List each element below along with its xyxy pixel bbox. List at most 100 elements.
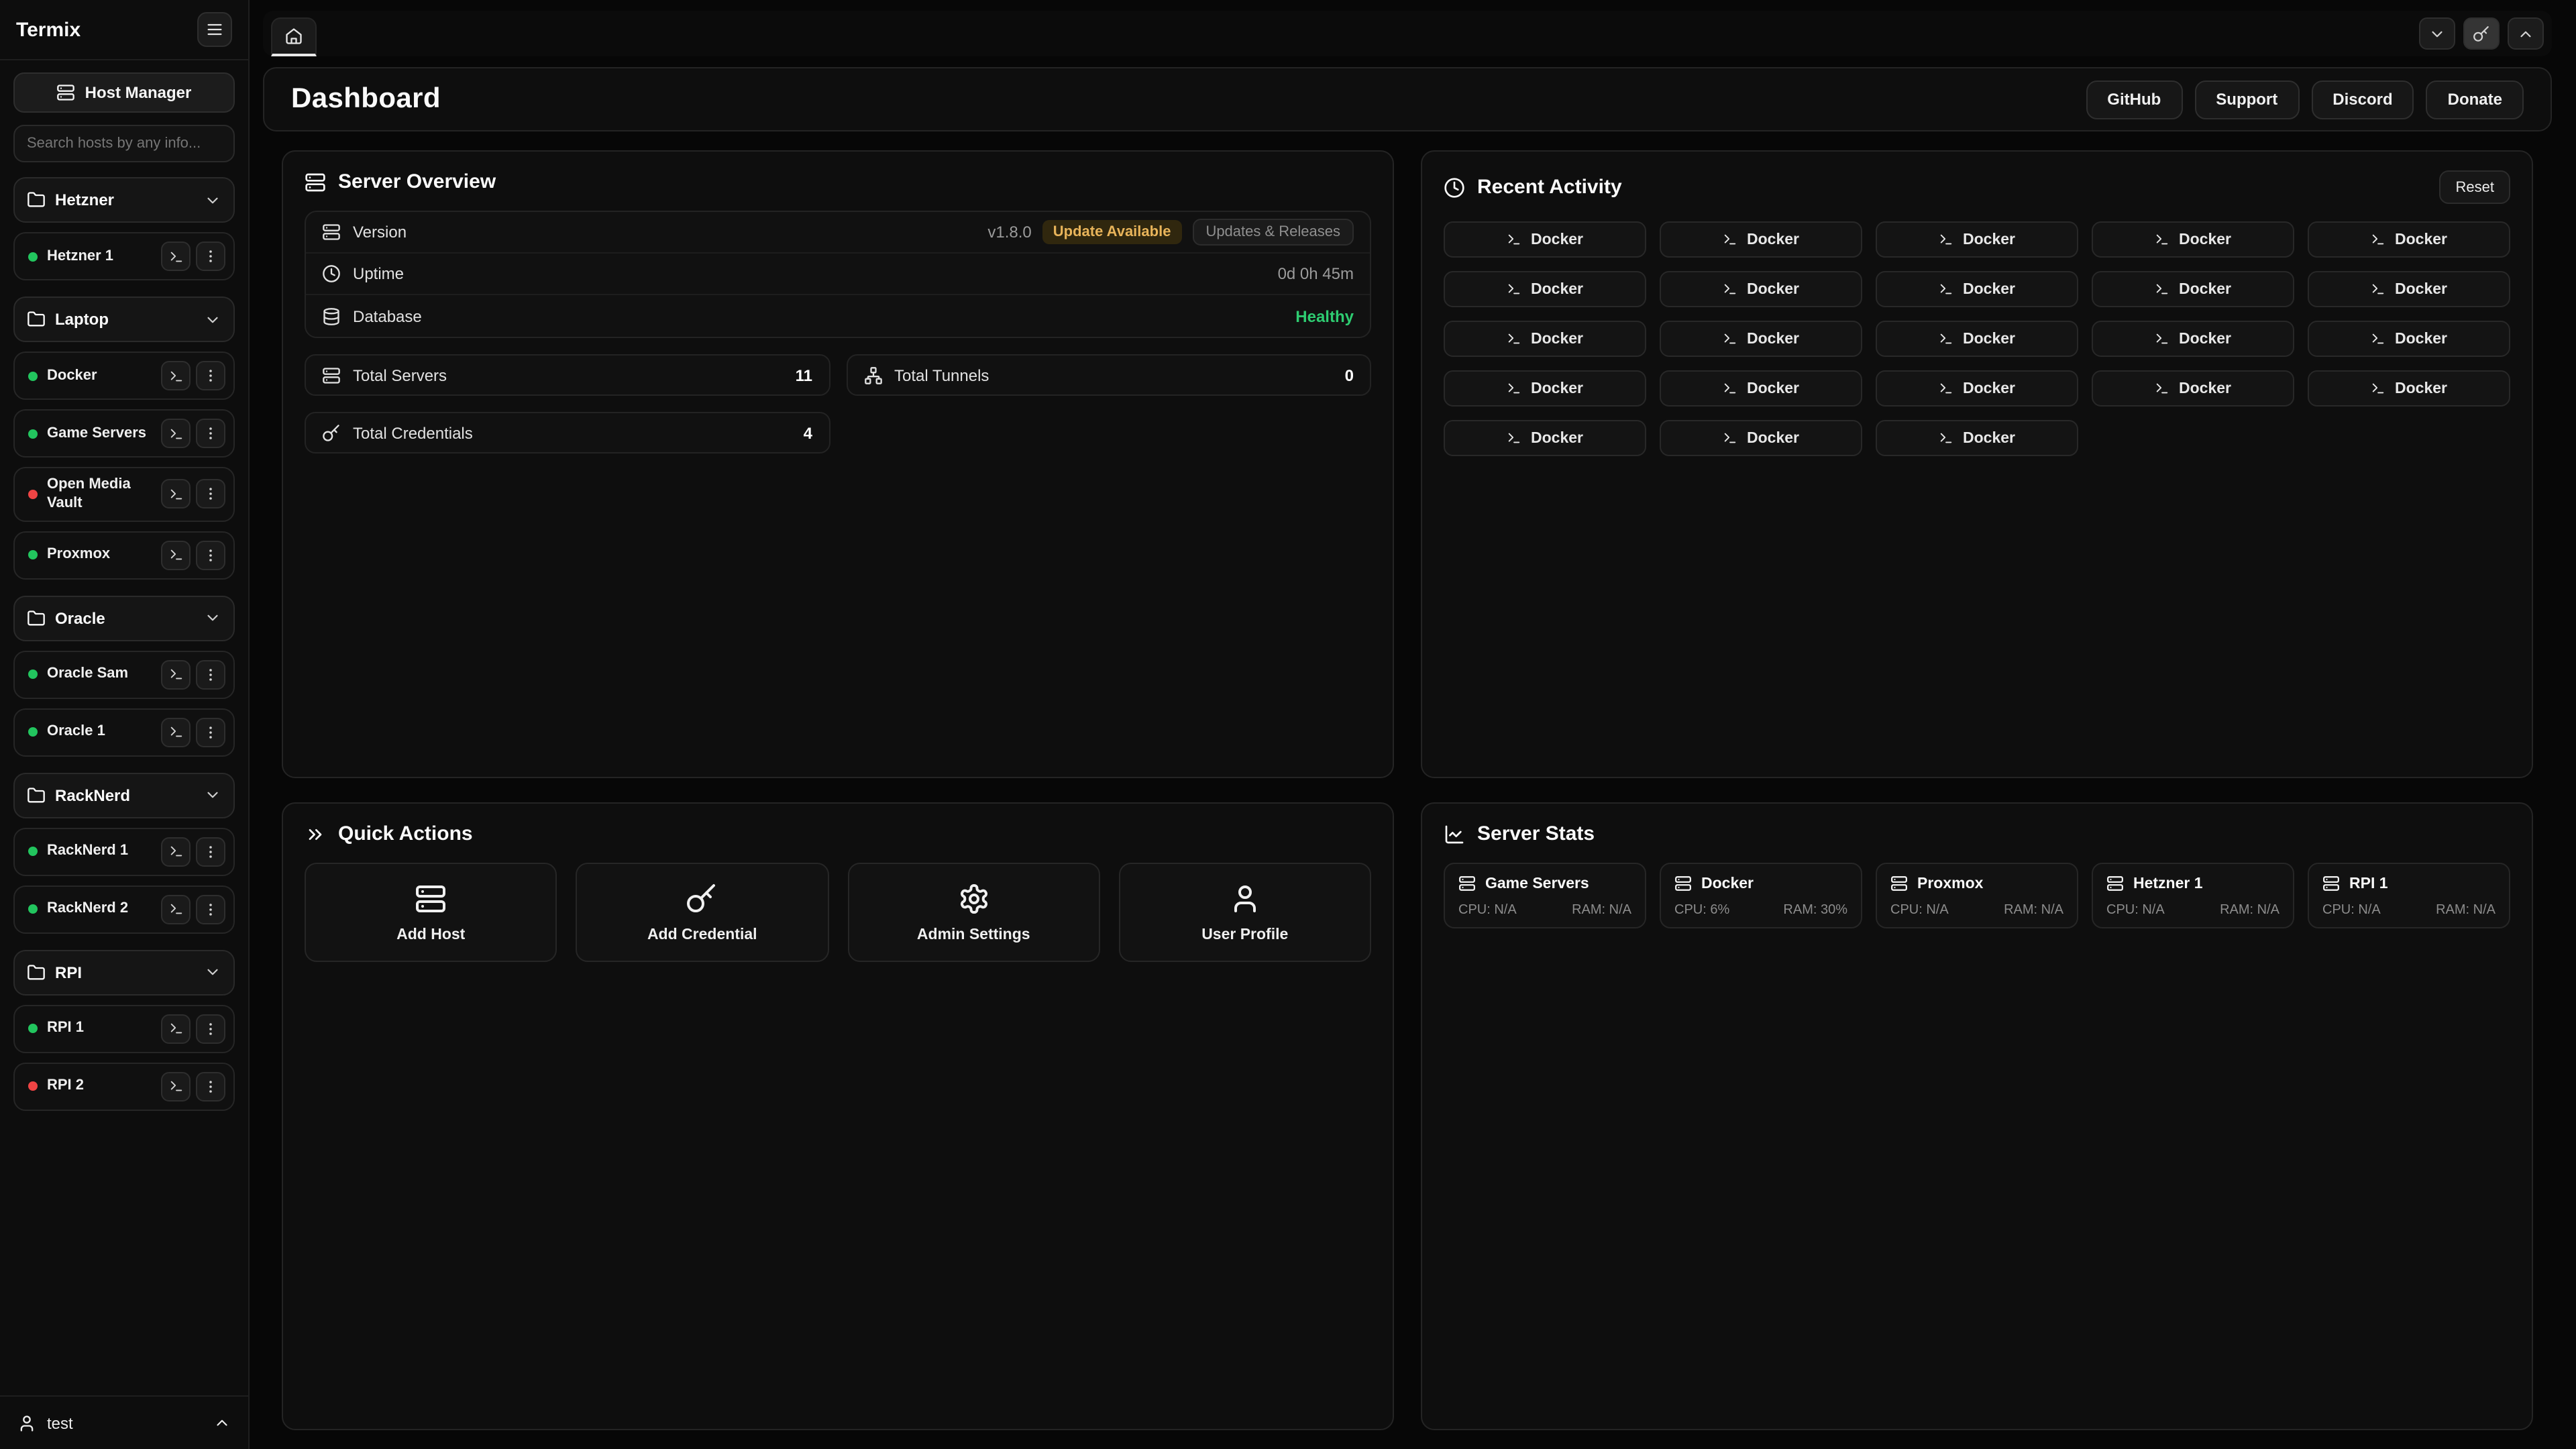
host-menu-button[interactable] <box>196 419 225 448</box>
host-row[interactable]: Hetzner 1 <box>13 232 235 280</box>
folder-header[interactable]: RackNerd <box>13 772 235 818</box>
recent-activity-item[interactable]: Docker <box>1876 271 2078 307</box>
recent-activity-item[interactable]: Docker <box>1876 370 2078 407</box>
folder-collapse-button[interactable] <box>197 185 227 215</box>
tabs-scroll-down-button[interactable] <box>2419 17 2455 50</box>
add-credential-button[interactable]: Add Credential <box>576 863 829 962</box>
host-terminal-button[interactable] <box>161 837 191 866</box>
host-terminal-button[interactable] <box>161 419 191 448</box>
discord-button[interactable]: Discord <box>2311 80 2414 119</box>
recent-activity-item[interactable]: Docker <box>2092 271 2294 307</box>
recent-activity-item[interactable]: Docker <box>1444 271 1646 307</box>
total-credentials-value: 4 <box>804 423 812 442</box>
recent-activity-item[interactable]: Docker <box>2092 370 2294 407</box>
host-menu-button[interactable] <box>196 480 225 509</box>
host-terminal-button[interactable] <box>161 1014 191 1043</box>
host-menu-button[interactable] <box>196 837 225 866</box>
host-menu-button[interactable] <box>196 894 225 924</box>
host-row[interactable]: Open Media Vault <box>13 467 235 521</box>
recent-activity-item[interactable]: Docker <box>2308 370 2510 407</box>
server-icon <box>322 366 341 384</box>
folder-header[interactable]: Hetzner <box>13 177 235 223</box>
folder-collapse-button[interactable] <box>197 780 227 810</box>
terminal-icon <box>1939 431 1953 445</box>
donate-button[interactable]: Donate <box>2426 80 2524 119</box>
folder-header[interactable]: Laptop <box>13 297 235 342</box>
ellipsis-vertical-icon <box>203 901 219 917</box>
card-header: Recent Activity Reset <box>1444 170 2510 204</box>
host-row[interactable]: RackNerd 1 <box>13 827 235 875</box>
host-terminal-button[interactable] <box>161 894 191 924</box>
recent-activity-item[interactable]: Docker <box>2092 321 2294 357</box>
reset-button[interactable]: Reset <box>2440 170 2511 204</box>
ellipsis-vertical-icon <box>203 724 219 740</box>
recent-activity-item[interactable]: Docker <box>1876 420 2078 456</box>
stat-ram: RAM: N/A <box>2436 903 2496 918</box>
chevron-up-icon <box>2517 25 2534 42</box>
recent-activity-item[interactable]: Docker <box>1444 321 1646 357</box>
recent-activity-item[interactable]: Docker <box>1444 420 1646 456</box>
user-profile-button[interactable]: User Profile <box>1119 863 1372 962</box>
host-row[interactable]: Proxmox <box>13 531 235 579</box>
host-terminal-button[interactable] <box>161 717 191 747</box>
host-terminal-button[interactable] <box>161 659 191 689</box>
host-manager-button[interactable]: Host Manager <box>13 72 235 113</box>
recent-activity-item-label: Docker <box>2179 331 2231 347</box>
host-menu-button[interactable] <box>196 241 225 271</box>
folder-collapse-button[interactable] <box>197 957 227 987</box>
terminal-icon <box>1723 282 1737 297</box>
recent-activity-item[interactable]: Docker <box>2308 321 2510 357</box>
add-host-button[interactable]: Add Host <box>305 863 557 962</box>
folder-header[interactable]: RPI <box>13 949 235 995</box>
recent-activity-item[interactable]: Docker <box>1444 221 1646 258</box>
recent-activity-item[interactable]: Docker <box>1444 370 1646 407</box>
host-terminal-button[interactable] <box>161 540 191 570</box>
recent-activity-item[interactable]: Docker <box>2092 221 2294 258</box>
host-menu-button[interactable] <box>196 540 225 570</box>
host-row[interactable]: Oracle Sam <box>13 650 235 698</box>
ssh-keys-button[interactable] <box>2463 17 2500 50</box>
host-menu-button[interactable] <box>196 1071 225 1101</box>
folder-collapse-button[interactable] <box>197 603 227 633</box>
support-button[interactable]: Support <box>2194 80 2299 119</box>
server-icon <box>2106 875 2124 892</box>
user-menu-row[interactable]: test <box>0 1395 248 1449</box>
recent-activity-item[interactable]: Docker <box>1876 221 2078 258</box>
folder-header[interactable]: Oracle <box>13 595 235 641</box>
host-row[interactable]: Game Servers <box>13 409 235 458</box>
recent-activity-item[interactable]: Docker <box>1660 420 1862 456</box>
host-terminal-button[interactable] <box>161 480 191 509</box>
host-row[interactable]: Docker <box>13 352 235 400</box>
host-menu-button[interactable] <box>196 361 225 390</box>
recent-activity-item[interactable]: Docker <box>1660 271 1862 307</box>
host-row[interactable]: RackNerd 2 <box>13 885 235 933</box>
host-row[interactable]: Oracle 1 <box>13 708 235 756</box>
sidebar: Termix Host Manager Hetzner <box>0 0 250 1449</box>
host-menu-button[interactable] <box>196 717 225 747</box>
terminal-icon <box>168 724 183 739</box>
recent-activity-item[interactable]: Docker <box>1660 370 1862 407</box>
terminal-icon <box>1723 331 1737 346</box>
tab-home[interactable] <box>271 17 317 56</box>
host-menu-button[interactable] <box>196 1014 225 1043</box>
host-row[interactable]: RPI 1 <box>13 1004 235 1053</box>
updates-releases-button[interactable]: Updates & Releases <box>1192 219 1354 246</box>
admin-settings-button[interactable]: Admin Settings <box>847 863 1100 962</box>
recent-activity-item[interactable]: Docker <box>1660 221 1862 258</box>
host-row[interactable]: RPI 2 <box>13 1062 235 1110</box>
recent-activity-item[interactable]: Docker <box>2308 221 2510 258</box>
recent-activity-item[interactable]: Docker <box>2308 271 2510 307</box>
host-search-input[interactable] <box>13 125 235 162</box>
server-stats-card: Server Stats Game Servers CPU: N/A RAM: <box>1421 802 2533 1430</box>
host-terminal-button[interactable] <box>161 361 191 390</box>
folder-collapse-button[interactable] <box>197 305 227 334</box>
recent-activity-item[interactable]: Docker <box>1876 321 2078 357</box>
github-button[interactable]: GitHub <box>2086 80 2182 119</box>
sidebar-menu-button[interactable] <box>197 12 232 47</box>
host-terminal-button[interactable] <box>161 1071 191 1101</box>
host-menu-button[interactable] <box>196 659 225 689</box>
stat-card-metrics: CPU: N/A RAM: N/A <box>2106 903 2279 918</box>
tabs-scroll-up-button[interactable] <box>2508 17 2544 50</box>
recent-activity-item[interactable]: Docker <box>1660 321 1862 357</box>
host-terminal-button[interactable] <box>161 241 191 271</box>
